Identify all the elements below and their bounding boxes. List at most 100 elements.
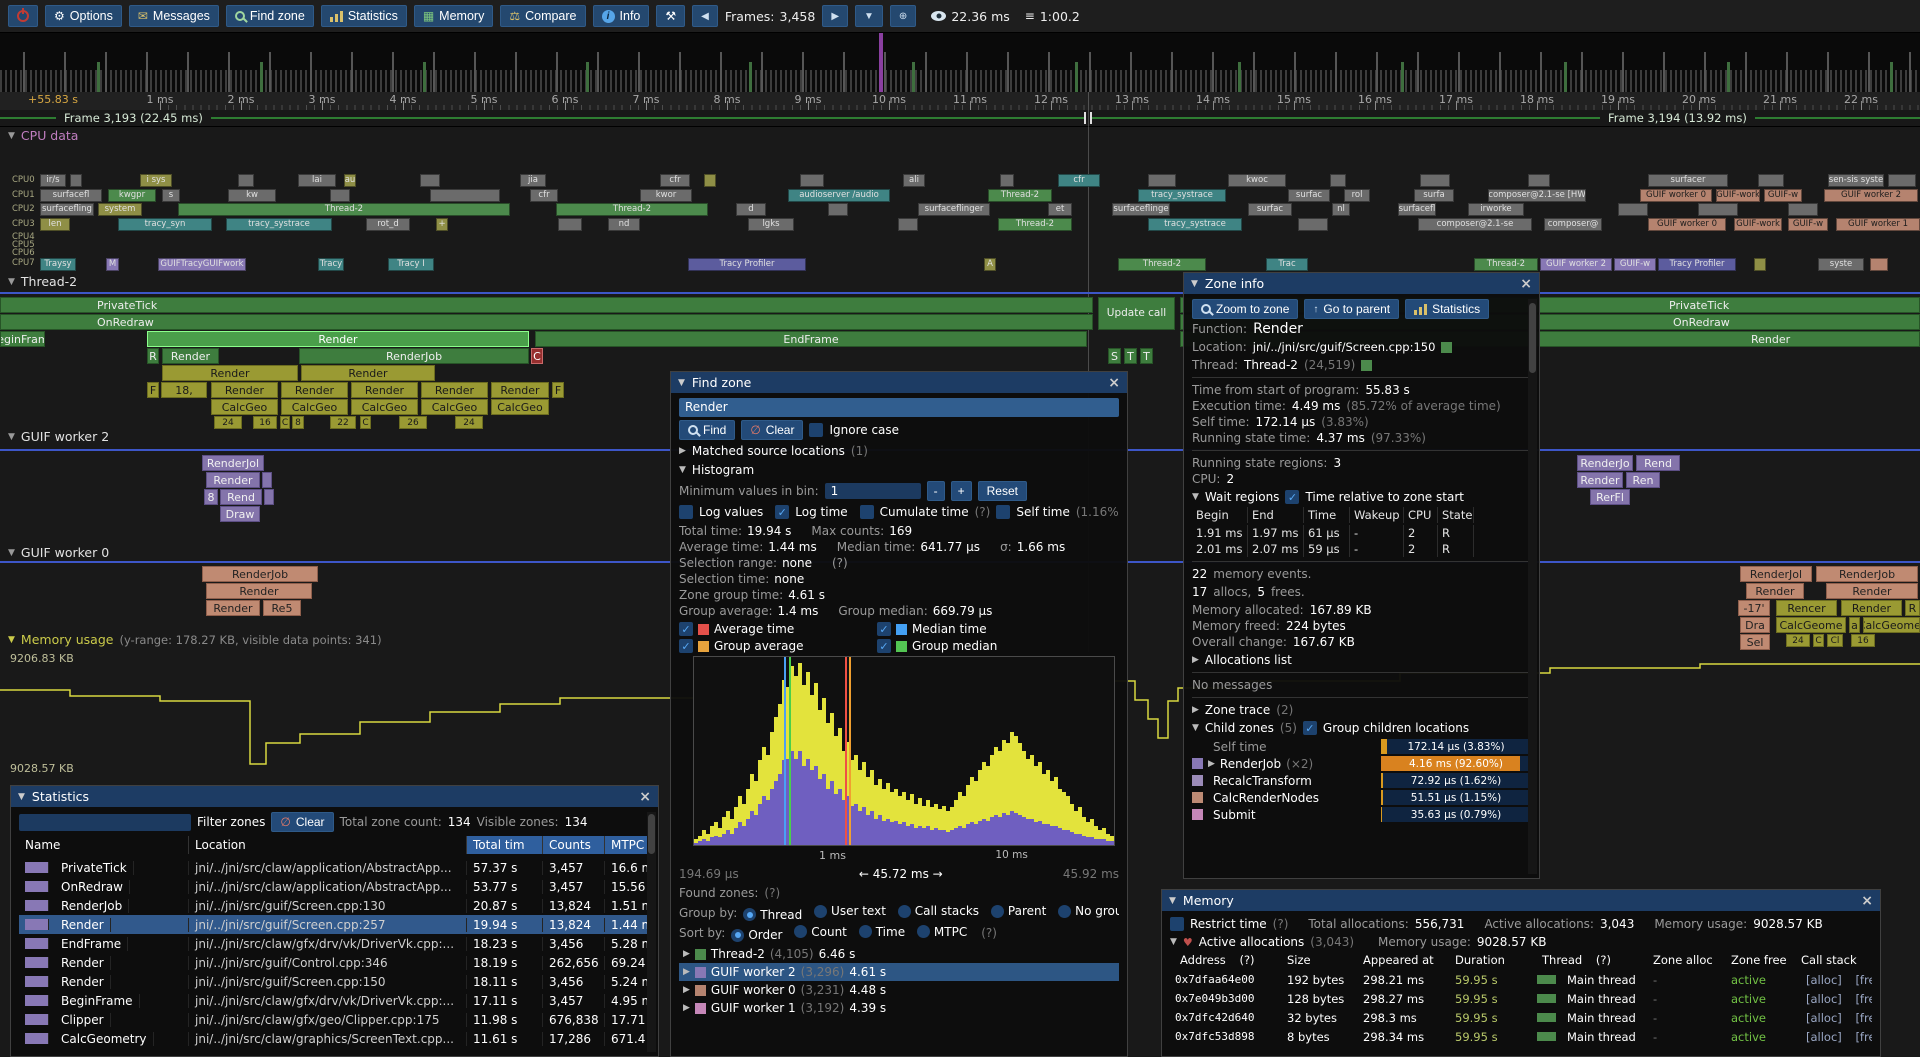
close-icon[interactable]: × [639, 791, 651, 803]
zone[interactable]: CalcGeo [211, 399, 278, 415]
zone[interactable]: T [1140, 348, 1153, 364]
statistics-row[interactable]: Render jni/../jni/src/guif/Screen.cpp:15… [19, 972, 650, 991]
zoom-to-zone-button[interactable]: Zoom to zone [1192, 299, 1298, 319]
option-checkbox[interactable] [860, 505, 874, 519]
statistics-row[interactable]: Render jni/../jni/src/guif/Control.cpp:3… [19, 953, 650, 972]
zone[interactable]: 16 [1851, 634, 1875, 647]
statistics-row[interactable]: Clipper jni/../jni/src/claw/gfx/geo/Clip… [19, 1010, 650, 1029]
zone[interactable]: Update call [1098, 297, 1175, 330]
zone[interactable]: Ren [1626, 472, 1660, 488]
zone[interactable]: R [147, 348, 159, 364]
zone[interactable]: Render [162, 348, 219, 364]
zone[interactable]: Render [206, 583, 312, 599]
zone[interactable]: Render [211, 382, 278, 398]
histogram-plot[interactable] [693, 656, 1115, 846]
zone[interactable]: 22 [330, 416, 356, 429]
group-children-checkbox[interactable] [1303, 721, 1317, 735]
min-bin-input[interactable]: 1 [825, 483, 921, 499]
sort-by-radio[interactable] [917, 925, 930, 938]
zone[interactable]: Cl [1827, 634, 1843, 647]
found-zone-group[interactable]: ▶ Thread-2 (4,105) 6.46 s [679, 945, 1119, 963]
statistics-button[interactable]: Statistics [1405, 299, 1489, 319]
close-icon[interactable]: × [1520, 278, 1532, 290]
zone[interactable]: CalcGeome [1776, 617, 1846, 633]
column-header-mtpc[interactable]: MTPC [605, 836, 651, 854]
group-by-radio[interactable] [743, 908, 756, 921]
zone[interactable]: Sel [1740, 634, 1770, 650]
zone[interactable]: Render [162, 365, 298, 381]
zone[interactable]: 8 [292, 416, 304, 429]
zone[interactable]: EndFrame [535, 331, 1087, 347]
scrollbar-thumb[interactable] [648, 814, 655, 854]
scrollbar[interactable] [1528, 299, 1537, 874]
group-by-radio[interactable] [1058, 905, 1071, 918]
collapse-icon[interactable]: ▼ [1192, 492, 1199, 502]
sort-by-radio[interactable] [859, 925, 872, 938]
group-by-radio[interactable] [898, 905, 911, 918]
zone[interactable]: BeginFrame [0, 331, 45, 347]
child-zone-row[interactable]: Submit 35.63 μs (0.79%) [1192, 806, 1531, 823]
zone[interactable] [262, 472, 272, 488]
zone[interactable]: Rend [220, 489, 262, 505]
zone[interactable]: OnRedraw [0, 314, 1093, 330]
zone[interactable]: R [1905, 600, 1920, 616]
option-checkbox[interactable] [679, 505, 693, 519]
minus-button[interactable]: - [927, 481, 945, 501]
zone[interactable]: RenderJol [1740, 566, 1812, 582]
zone[interactable]: Draw [220, 506, 260, 522]
sort-by-radio[interactable] [731, 929, 744, 942]
found-zone-group[interactable]: ▶ GUIF worker 0 (3,231) 4.48 s [679, 981, 1119, 999]
clear-filter-button[interactable]: ∅Clear [271, 812, 333, 832]
zone[interactable]: C [280, 416, 290, 429]
zone[interactable]: RenderJo [1577, 455, 1633, 471]
group-by-radio[interactable] [991, 905, 1004, 918]
restrict-time-checkbox[interactable] [1170, 917, 1184, 931]
collapse-icon[interactable]: ▼ [1170, 937, 1177, 947]
reset-button[interactable]: Reset [978, 481, 1027, 501]
search-input[interactable]: Render [679, 398, 1119, 417]
zone[interactable]: Render [206, 472, 260, 488]
child-zone-row[interactable]: ▶ RenderJob (×2) 4.16 ms (92.60%) [1192, 755, 1531, 772]
expand-icon[interactable]: ▶ [683, 949, 690, 959]
found-zone-group[interactable]: ▶ GUIF worker 2 (3,296) 4.61 s [679, 963, 1119, 981]
zone[interactable]: Render [206, 600, 260, 616]
expand-icon[interactable]: ▶ [1208, 759, 1215, 769]
zone[interactable]: Re5 [263, 600, 301, 616]
callstack-alloc-link[interactable]: [alloc] [1801, 1011, 1847, 1025]
allocation-row[interactable]: 0x7dfaa64e00 192 bytes 298.21 ms 59.95 s… [1170, 970, 1872, 989]
zone[interactable]: RenderJob [202, 566, 318, 582]
statistics-row[interactable]: RenderJob jni/../jni/src/guif/Screen.cpp… [19, 896, 650, 915]
statistics-table-header[interactable]: Name Location Total tim Counts MTPC [19, 836, 650, 854]
plus-button[interactable]: + [951, 481, 972, 501]
zone-info-titlebar[interactable]: ▼ Zone info × [1184, 273, 1539, 294]
expand-icon[interactable]: ▶ [679, 446, 686, 456]
expand-icon[interactable]: ▶ [683, 985, 690, 995]
ignore-case-checkbox[interactable] [809, 423, 823, 437]
sort-by-radio[interactable] [794, 925, 807, 938]
legend-checkbox[interactable] [877, 622, 891, 636]
callstack-alloc-link[interactable]: [alloc] [1801, 973, 1847, 987]
allocation-row[interactable]: 0x7e049b3d00 128 bytes 298.27 ms 59.95 s… [1170, 989, 1872, 1008]
statistics-row[interactable]: PrivateTick jni/../jni/src/claw/applicat… [19, 858, 650, 877]
zone[interactable]: RenderJob [299, 348, 529, 364]
zone[interactable]: CalcGeo [281, 399, 348, 415]
zone[interactable]: C [360, 416, 371, 429]
legend-checkbox[interactable] [679, 639, 693, 653]
legend-checkbox[interactable] [877, 639, 891, 653]
zone[interactable]: Render [421, 382, 488, 398]
memory-table-header[interactable]: Address (?) Size Appeared at Duration Th… [1170, 952, 1872, 968]
zone[interactable]: T [1124, 348, 1137, 364]
zone[interactable]: -17' [1738, 600, 1770, 616]
allocation-address[interactable]: 0x7e049b3d00 [1170, 992, 1282, 1005]
statistics-row[interactable]: Render jni/../jni/src/guif/Screen.cpp:25… [19, 915, 650, 934]
find-button[interactable]: Find [679, 420, 735, 440]
zone[interactable]: 16 [253, 416, 277, 429]
clear-button[interactable]: ∅Clear [741, 420, 803, 440]
statistics-row[interactable]: BeginFrame jni/../jni/src/claw/gfx/drv/v… [19, 991, 650, 1010]
expand-icon[interactable]: ▶ [1192, 655, 1199, 665]
zone[interactable]: CalcGeo [491, 399, 549, 415]
zone[interactable]: 24 [214, 416, 242, 429]
column-header-counts[interactable]: Counts [543, 836, 605, 854]
relative-time-checkbox[interactable] [1285, 490, 1299, 504]
zone[interactable]: Render [147, 331, 529, 347]
